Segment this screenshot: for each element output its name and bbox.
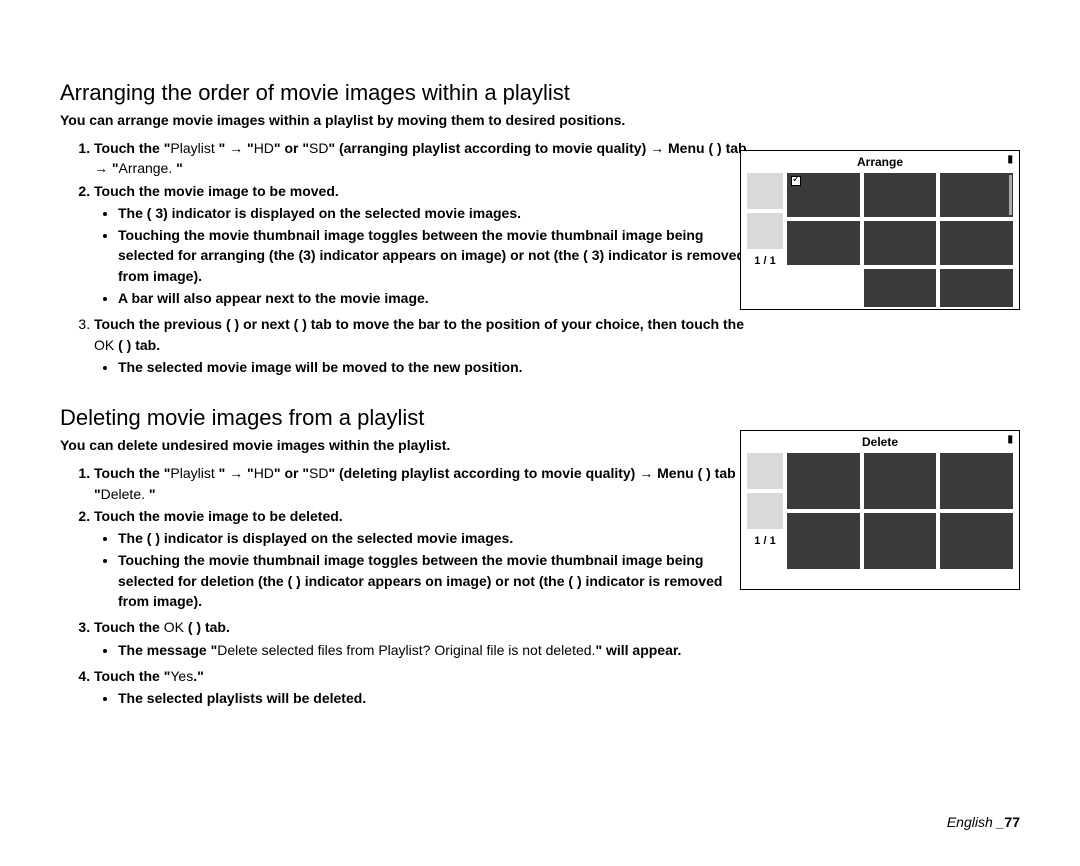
- side-nav-down: [747, 213, 783, 249]
- section2-title: Deleting movie images from a playlist: [60, 405, 1020, 431]
- section1-title: Arranging the order of movie images with…: [60, 80, 1020, 106]
- insertion-bar: [1009, 175, 1012, 215]
- thumb: [864, 453, 937, 509]
- section1-steps: Touch the "Playlist " → "HD" or "SD" (ar…: [60, 138, 754, 377]
- thumb: [787, 513, 860, 569]
- thumb: [940, 513, 1013, 569]
- s1-step3: Touch the previous ( ) or next ( ) tab t…: [94, 314, 754, 377]
- delete-screen: Delete ▮ 1 / 1: [740, 430, 1020, 590]
- side-nav-down: [747, 493, 783, 529]
- thumb: [787, 221, 860, 265]
- thumb: [940, 173, 1013, 217]
- side-nav-up: [747, 173, 783, 209]
- page-footer: English _77: [947, 814, 1020, 830]
- battery-icon: ▮: [1007, 155, 1013, 165]
- check-icon: [791, 176, 801, 186]
- s2-step4-b1: The selected playlists will be deleted.: [118, 688, 754, 708]
- thumb: [787, 173, 860, 217]
- arrange-page-indicator: 1 / 1: [747, 255, 783, 267]
- s2-step4: Touch the "Yes." The selected playlists …: [94, 666, 754, 709]
- thumb: [940, 269, 1013, 307]
- thumb: [864, 221, 937, 265]
- s2-step1: Touch the "Playlist " → "HD" or "SD" (de…: [94, 463, 754, 504]
- thumb: [864, 269, 937, 307]
- s2-step2: Touch the movie image to be deleted. The…: [94, 506, 754, 611]
- thumb: [864, 513, 937, 569]
- side-nav-up: [747, 453, 783, 489]
- thumb: [940, 453, 1013, 509]
- battery-icon: ▮: [1007, 435, 1013, 445]
- thumb-empty: [787, 269, 860, 307]
- s1-step2-b2: Touching the movie thumbnail image toggl…: [118, 225, 754, 286]
- thumb: [864, 173, 937, 217]
- section2-steps: Touch the "Playlist " → "HD" or "SD" (de…: [60, 463, 754, 708]
- s2-step3-b1: The message "Delete selected files from …: [118, 640, 754, 660]
- s1-step2-b1: The ( 3) indicator is displayed on the s…: [118, 203, 754, 223]
- delete-screen-header: Delete ▮: [741, 431, 1019, 451]
- thumb: [787, 453, 860, 509]
- s2-step2-b1: The ( ) indicator is displayed on the se…: [118, 528, 754, 548]
- s2-step3: Touch the OK ( ) tab. The message "Delet…: [94, 617, 754, 660]
- delete-grid: [787, 453, 1013, 581]
- s1-step2-b3: A bar will also appear next to the movie…: [118, 288, 754, 308]
- arrange-grid: [787, 173, 1013, 301]
- delete-page-indicator: 1 / 1: [747, 535, 783, 547]
- arrange-screen: Arrange ▮ 1 / 1: [740, 150, 1020, 310]
- section1-intro: You can arrange movie images within a pl…: [60, 112, 1020, 128]
- s2-step2-b2: Touching the movie thumbnail image toggl…: [118, 550, 754, 611]
- thumb: [940, 221, 1013, 265]
- arrange-screen-header: Arrange ▮: [741, 151, 1019, 171]
- s1-step2: Touch the movie image to be moved. The (…: [94, 181, 754, 309]
- s1-step1: Touch the "Playlist " → "HD" or "SD" (ar…: [94, 138, 754, 179]
- s1-step3-b1: The selected movie image will be moved t…: [118, 357, 754, 377]
